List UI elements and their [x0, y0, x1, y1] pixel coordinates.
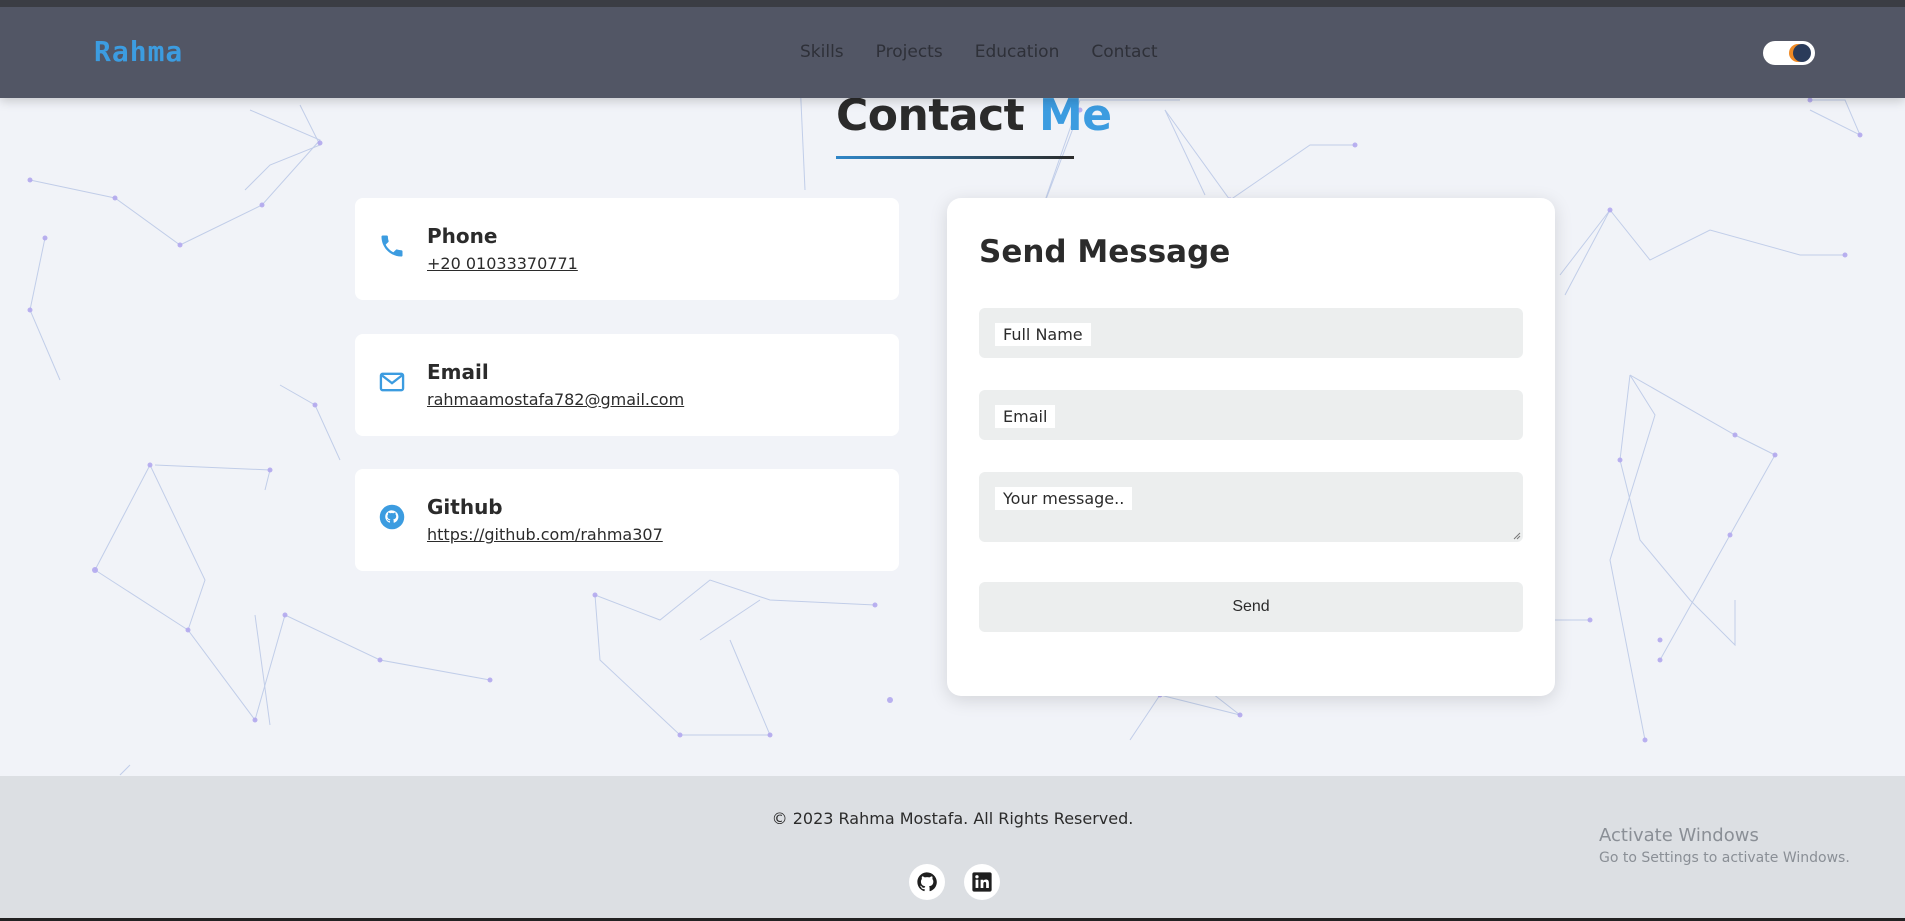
contact-link-phone[interactable]: +20 01033370771 — [427, 254, 578, 273]
message-textarea[interactable]: Your message.. — [979, 472, 1523, 542]
contact-label-phone: Phone — [427, 224, 498, 248]
resize-grip-icon[interactable] — [1513, 532, 1521, 540]
message-placeholder: Your message.. — [995, 487, 1133, 510]
contact-link-email[interactable]: rahmaamostafa782@gmail.com — [427, 390, 684, 409]
footer-github-icon[interactable] — [909, 864, 945, 900]
footer: © 2023 Rahma Mostafa. All Rights Reserve… — [0, 776, 1905, 921]
nav-links: Skills Projects Education Contact — [800, 42, 1157, 62]
mail-icon — [379, 372, 405, 392]
nav-link-skills[interactable]: Skills — [800, 42, 844, 62]
theme-toggle[interactable] — [1763, 41, 1815, 65]
send-message-form: Send Message Full Name Email Your messag… — [947, 198, 1555, 696]
contact-label-email: Email — [427, 360, 489, 384]
linkedin-icon — [972, 872, 992, 892]
send-button[interactable]: Send — [979, 582, 1523, 632]
contact-link-github[interactable]: https://github.com/rahma307 — [427, 525, 663, 544]
site-logo[interactable]: Rahma — [94, 35, 183, 68]
contact-card-github: Github https://github.com/rahma307 — [355, 469, 899, 571]
browser-top-strip — [0, 0, 1905, 7]
contact-label-github: Github — [427, 495, 503, 519]
footer-linkedin-icon[interactable] — [964, 864, 1000, 900]
phone-icon — [381, 235, 403, 257]
github-icon — [379, 504, 405, 530]
os-watermark-subtitle: Go to Settings to activate Windows. — [1599, 850, 1850, 866]
full-name-placeholder: Full Name — [995, 323, 1091, 346]
form-title: Send Message — [979, 234, 1231, 270]
navbar: Rahma Skills Projects Education Contact — [0, 7, 1905, 98]
contact-card-email: Email rahmaamostafa782@gmail.com — [355, 334, 899, 436]
nav-link-education[interactable]: Education — [975, 42, 1060, 62]
full-name-input[interactable]: Full Name — [979, 308, 1523, 358]
toggle-knob — [1793, 44, 1811, 62]
email-placeholder: Email — [995, 405, 1056, 428]
github-icon — [917, 872, 937, 892]
nav-link-projects[interactable]: Projects — [876, 42, 943, 62]
nav-link-contact[interactable]: Contact — [1091, 42, 1157, 62]
os-watermark-title: Activate Windows — [1599, 825, 1759, 846]
contact-card-phone: Phone +20 01033370771 — [355, 198, 899, 300]
email-input[interactable]: Email — [979, 390, 1523, 440]
title-underline — [836, 156, 1074, 159]
